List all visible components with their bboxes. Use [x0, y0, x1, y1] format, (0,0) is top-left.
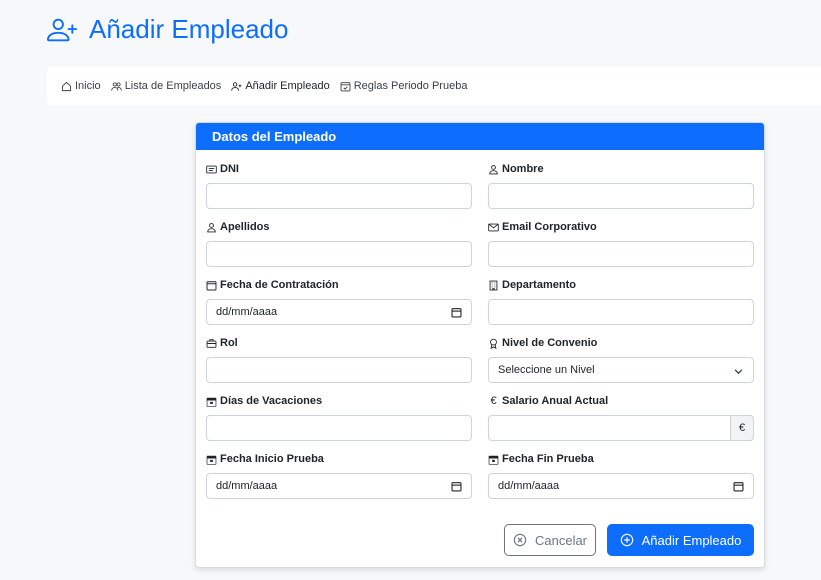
fecha-inicio-prueba-field-group: Fecha Inicio Prueba dd/mm/aaaa: [206, 452, 472, 499]
date-placeholder: dd/mm/aaaa: [498, 480, 560, 492]
apellidos-field-group: Apellidos: [206, 220, 472, 267]
person-plus-icon: [47, 18, 77, 41]
nivel-convenio-field-group: Nivel de Convenio Seleccione un Nivel: [488, 336, 754, 383]
fecha-fin-prueba-input[interactable]: dd/mm/aaaa: [488, 473, 754, 499]
select-value: Seleccione un Nivel: [498, 364, 595, 376]
email-field-group: Email Corporativo: [488, 220, 754, 267]
page-title: Añadir Empleado: [89, 14, 289, 44]
calendar-event-icon: [206, 455, 217, 465]
add-employee-button[interactable]: Añadir Empleado: [607, 524, 754, 556]
breadcrumb-label: Inicio: [75, 80, 101, 92]
departamento-field-group: Departamento: [488, 278, 754, 325]
id-card-icon: [206, 165, 217, 173]
breadcrumb-item-lista-empleados[interactable]: Lista de Empleados: [110, 80, 222, 92]
salario-field-group: € Salario Anual Actual €: [488, 394, 754, 441]
calendar-picker-icon[interactable]: [451, 481, 462, 492]
email-input[interactable]: [488, 241, 754, 267]
cancel-button[interactable]: Cancelar: [504, 524, 596, 556]
people-icon: [110, 81, 122, 91]
dni-field-group: DNI: [206, 162, 472, 209]
dni-input[interactable]: [206, 183, 472, 209]
card-header: Datos del Empleado: [196, 123, 764, 150]
fecha-inicio-prueba-label: Fecha Inicio Prueba: [220, 453, 324, 465]
apellidos-input[interactable]: [206, 241, 472, 267]
fecha-fin-prueba-label: Fecha Fin Prueba: [502, 453, 594, 465]
salario-label: Salario Anual Actual: [502, 395, 609, 407]
euro-icon: €: [490, 395, 497, 407]
fecha-contratacion-label: Fecha de Contratación: [220, 279, 339, 291]
nombre-label: Nombre: [502, 163, 544, 175]
rol-input[interactable]: [206, 357, 472, 383]
email-label: Email Corporativo: [502, 221, 597, 233]
breadcrumb-item-reglas-periodo-prueba[interactable]: Reglas Periodo Prueba: [340, 80, 468, 92]
award-icon: [490, 338, 497, 349]
calendar-event-icon: [206, 397, 217, 407]
calendar-picker-icon[interactable]: [733, 481, 744, 492]
breadcrumb: Inicio Lista de Empleados Añadir Emplead…: [47, 67, 821, 105]
breadcrumb-item-inicio[interactable]: Inicio: [61, 80, 101, 92]
calendar-picker-icon[interactable]: [451, 307, 462, 318]
envelope-icon: [488, 223, 499, 231]
breadcrumb-label: Lista de Empleados: [124, 80, 222, 92]
briefcase-icon: [206, 338, 217, 348]
fecha-fin-prueba-field-group: Fecha Fin Prueba dd/mm/aaaa: [488, 452, 754, 499]
rol-label: Rol: [220, 337, 238, 349]
nombre-field-group: Nombre: [488, 162, 754, 209]
nivel-convenio-label: Nivel de Convenio: [502, 337, 598, 349]
currency-addon: €: [730, 415, 754, 441]
salario-input[interactable]: [488, 415, 730, 441]
date-placeholder: dd/mm/aaaa: [216, 306, 278, 318]
dias-vacaciones-label: Días de Vacaciones: [220, 395, 323, 407]
salario-input-group: €: [488, 415, 754, 441]
apellidos-label: Apellidos: [220, 221, 270, 233]
fecha-contratacion-field-group: Fecha de Contratación dd/mm/aaaa: [206, 278, 472, 325]
breadcrumb-label: Añadir Empleado: [245, 80, 330, 92]
calendar-check-icon: [340, 81, 351, 91]
employee-form-card: Datos del Empleado DNI Nombre Apellidos …: [195, 122, 765, 568]
cancel-button-label: Cancelar: [534, 532, 588, 548]
chevron-down-icon: [734, 369, 743, 375]
person-icon: [207, 222, 216, 232]
nombre-input[interactable]: [488, 183, 754, 209]
person-icon: [489, 164, 498, 174]
dias-vacaciones-input[interactable]: [206, 415, 472, 441]
calendar-icon: [206, 280, 217, 290]
page-header: Añadir Empleado: [47, 14, 288, 45]
breadcrumb-item-anadir-empleado[interactable]: Añadir Empleado: [231, 80, 330, 92]
date-placeholder: dd/mm/aaaa: [216, 480, 278, 492]
building-icon: [489, 280, 498, 290]
person-plus-icon: [231, 81, 242, 91]
plus-circle-icon: [620, 533, 633, 547]
departamento-input[interactable]: [488, 299, 754, 325]
breadcrumb-label: Reglas Periodo Prueba: [353, 80, 468, 92]
x-circle-icon: [513, 533, 527, 547]
fecha-inicio-prueba-input[interactable]: dd/mm/aaaa: [206, 473, 472, 499]
dni-label: DNI: [220, 163, 239, 175]
calendar-event-icon: [488, 455, 499, 465]
nivel-convenio-select[interactable]: Seleccione un Nivel: [488, 357, 754, 383]
rol-field-group: Rol: [206, 336, 472, 383]
dias-vacaciones-field-group: Días de Vacaciones: [206, 394, 472, 441]
fecha-contratacion-input[interactable]: dd/mm/aaaa: [206, 299, 472, 325]
add-employee-button-label: Añadir Empleado: [641, 532, 742, 548]
house-icon: [61, 81, 72, 91]
departamento-label: Departamento: [502, 279, 576, 291]
